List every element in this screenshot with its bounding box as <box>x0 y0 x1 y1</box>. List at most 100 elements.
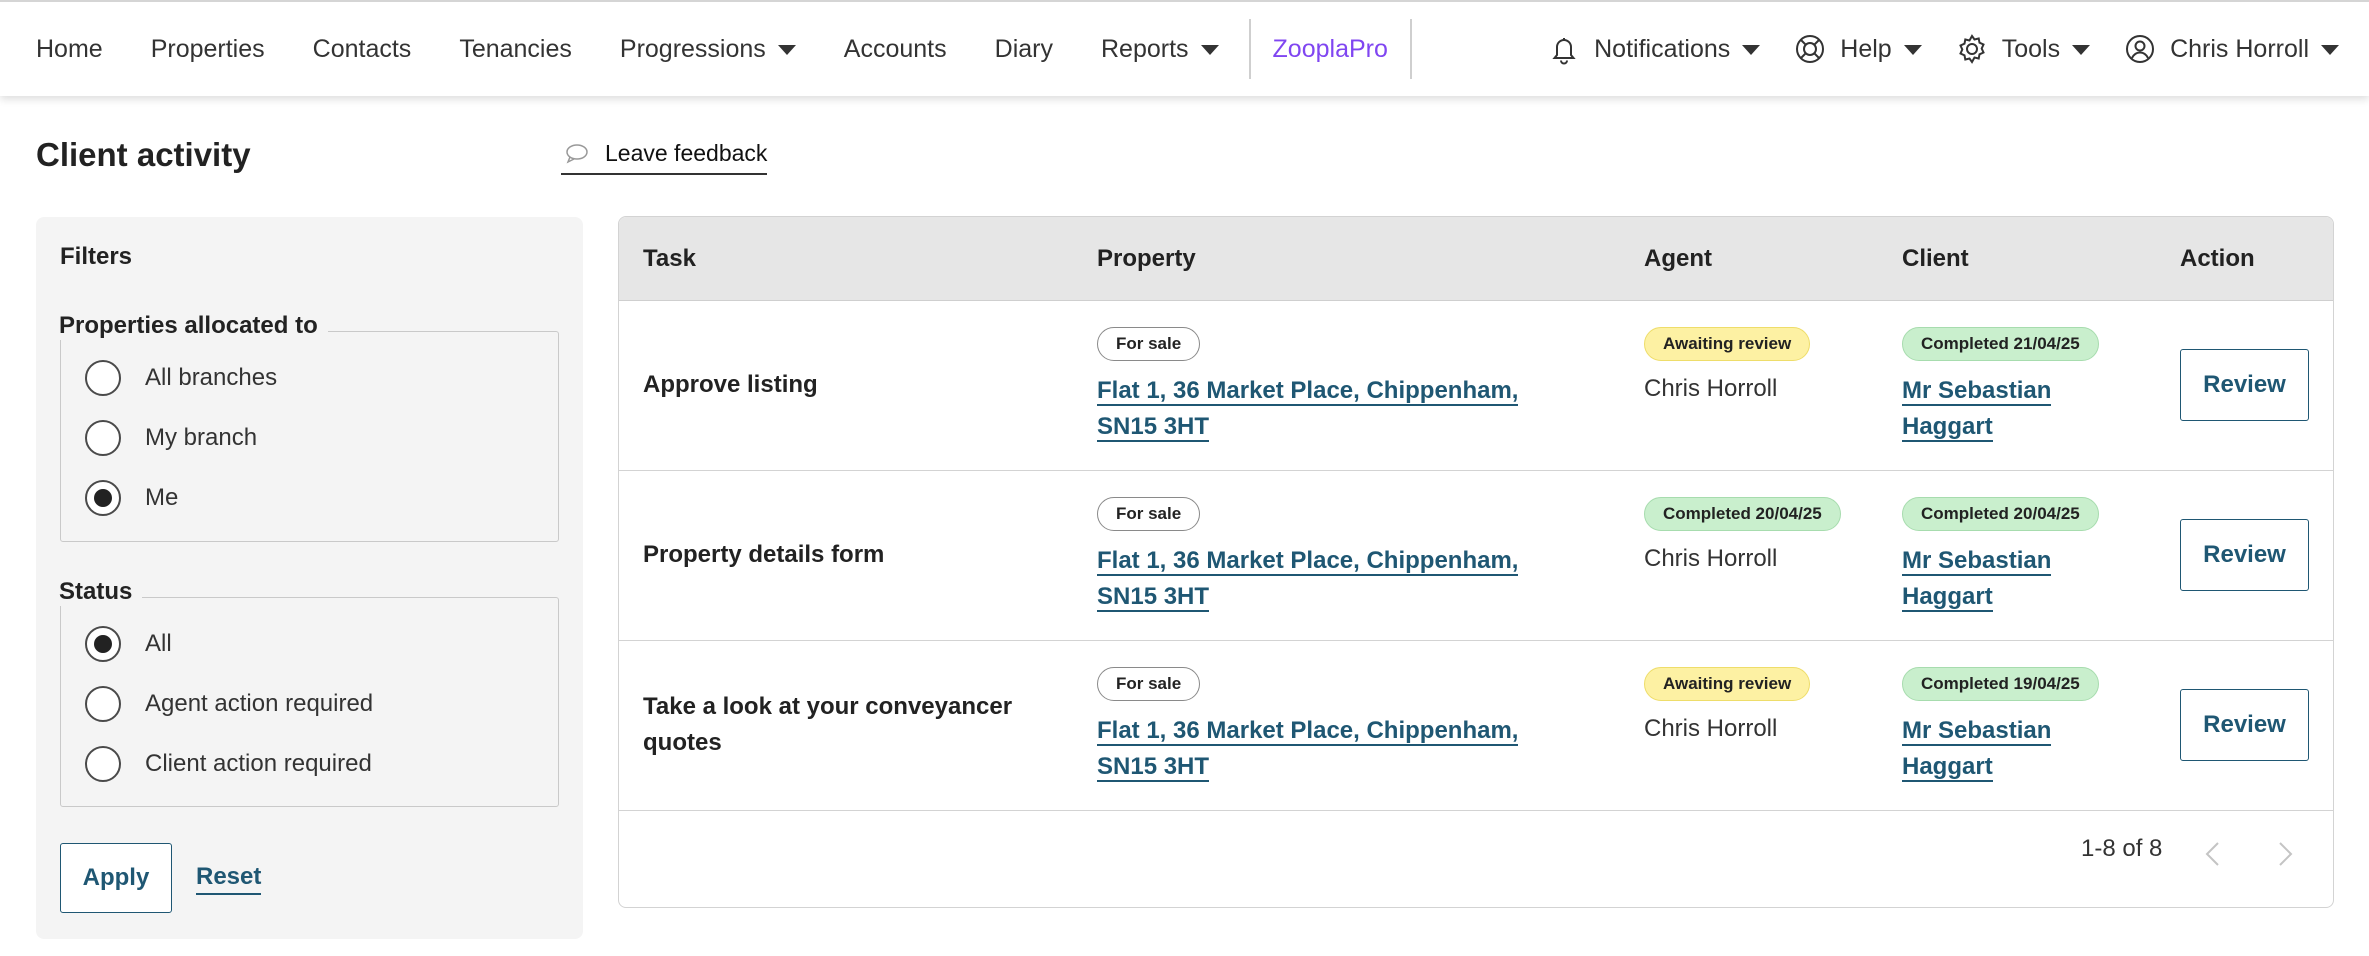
nav-contacts-label: Contacts <box>312 34 412 63</box>
top-navigation: Home Properties Contacts Tenancies Progr… <box>0 0 2369 96</box>
pagination-count: 1-8 of 8 <box>2081 835 2163 862</box>
nav-progressions-label: Progressions <box>619 34 766 63</box>
nav-reports[interactable]: Reports <box>1101 35 1219 64</box>
nav-properties[interactable]: Properties <box>151 35 265 64</box>
lifebuoy-icon <box>1794 33 1826 65</box>
caret-down-icon <box>1742 45 1761 55</box>
review-button[interactable]: Review <box>2180 349 2309 421</box>
column-header-property: Property <box>1097 245 1196 272</box>
task-name: Approve listing <box>643 371 818 398</box>
client-link[interactable]: Mr Sebastian Haggart <box>1902 713 2102 785</box>
radio-status-all[interactable]: All <box>85 626 172 662</box>
property-address: Flat 1, 36 Market Place, Chippenham, SN1… <box>1097 377 1519 442</box>
caret-down-icon <box>1903 45 1922 55</box>
radio-client-action[interactable]: Client action required <box>85 746 372 782</box>
chevron-right-icon[interactable] <box>2269 839 2299 869</box>
nav-divider <box>1409 19 1412 79</box>
radio-button[interactable] <box>85 480 121 516</box>
property-link[interactable]: Flat 1, 36 Market Place, Chippenham, SN1… <box>1097 543 1577 615</box>
caret-down-icon <box>2072 45 2091 55</box>
table-row: Take a look at your conveyancer quotes F… <box>619 641 2333 811</box>
user-circle-icon <box>2124 33 2156 65</box>
property-status-tag: For sale <box>1097 327 1201 361</box>
nav-home[interactable]: Home <box>36 35 103 64</box>
property-link[interactable]: Flat 1, 36 Market Place, Chippenham, SN1… <box>1097 713 1577 785</box>
agent-status-badge: Completed 20/04/25 <box>1644 497 1841 531</box>
review-button[interactable]: Review <box>2180 689 2309 761</box>
leave-feedback-label: Leave feedback <box>605 140 768 166</box>
radio-my-branch[interactable]: My branch <box>85 420 257 456</box>
client-status-badge: Completed 21/04/25 <box>1902 327 2099 361</box>
activity-table: Task Property Agent Client Action Approv… <box>618 216 2334 908</box>
leave-feedback-link[interactable]: Leave feedback <box>561 140 768 175</box>
radio-button[interactable] <box>85 746 121 782</box>
caret-down-icon <box>2321 45 2339 55</box>
property-status-tag: For sale <box>1097 497 1201 531</box>
agent-name: Chris Horroll <box>1644 545 1778 572</box>
radio-label: Agent action required <box>145 690 374 717</box>
property-address: Flat 1, 36 Market Place, Chippenham, SN1… <box>1097 547 1519 612</box>
property-link[interactable]: Flat 1, 36 Market Place, Chippenham, SN1… <box>1097 373 1577 445</box>
nav-help[interactable]: Help <box>1794 33 1922 65</box>
radio-label: Me <box>145 484 179 511</box>
nav-home-label: Home <box>36 34 103 63</box>
nav-help-label: Help <box>1840 34 1892 63</box>
caret-down-icon <box>777 45 796 55</box>
nav-tools[interactable]: Tools <box>1956 33 2091 65</box>
status-legend: Status <box>59 578 143 606</box>
allocated-fieldset: Properties allocated to All branches My … <box>59 312 559 542</box>
nav-properties-label: Properties <box>150 34 265 63</box>
nav-contacts[interactable]: Contacts <box>313 35 412 64</box>
nav-zooplapro[interactable]: ZooplaPro <box>1251 35 1410 64</box>
status-fieldset: Status All Agent action required Client … <box>59 578 559 807</box>
chevron-left-icon[interactable] <box>2199 839 2229 869</box>
task-name: Take a look at your conveyancer quotes <box>643 693 1013 756</box>
agent-name: Chris Horroll <box>1644 375 1778 402</box>
agent-status-badge: Awaiting review <box>1644 667 1811 701</box>
caret-down-icon <box>1200 45 1219 55</box>
radio-all-branches[interactable]: All branches <box>85 360 277 396</box>
nav-tools-label: Tools <box>2001 34 2061 63</box>
client-status-badge: Completed 20/04/25 <box>1902 497 2099 531</box>
nav-tenancies[interactable]: Tenancies <box>459 35 572 64</box>
nav-notifications[interactable]: Notifications <box>1548 33 1761 65</box>
radio-button[interactable] <box>85 360 121 396</box>
agent-status-badge: Awaiting review <box>1644 327 1811 361</box>
task-name: Property details form <box>643 541 885 568</box>
nav-diary-label: Diary <box>994 34 1053 63</box>
radio-button[interactable] <box>85 420 121 456</box>
radio-me[interactable]: Me <box>85 480 178 516</box>
nav-user[interactable]: Chris Horroll <box>2124 33 2339 65</box>
nav-accounts[interactable]: Accounts <box>844 35 947 64</box>
client-status-badge: Completed 19/04/25 <box>1902 667 2099 701</box>
client-name: Mr Sebastian Haggart <box>1902 547 2052 612</box>
client-link[interactable]: Mr Sebastian Haggart <box>1902 543 2102 615</box>
nav-progressions[interactable]: Progressions <box>620 35 796 64</box>
pagination: 1-8 of 8 <box>619 811 2333 901</box>
filters-title: Filters <box>60 243 133 270</box>
client-link[interactable]: Mr Sebastian Haggart <box>1902 373 2102 445</box>
radio-button[interactable] <box>85 686 121 722</box>
review-button[interactable]: Review <box>2180 519 2309 591</box>
column-header-task: Task <box>643 245 696 272</box>
radio-agent-action[interactable]: Agent action required <box>85 686 373 722</box>
page-title: Client activity <box>36 136 251 173</box>
nav-diary[interactable]: Diary <box>995 35 1053 64</box>
radio-label: My branch <box>145 424 258 451</box>
reset-link[interactable]: Reset <box>196 863 262 895</box>
agent-name: Chris Horroll <box>1644 715 1778 742</box>
client-name: Mr Sebastian Haggart <box>1902 377 2052 442</box>
property-status-tag: For sale <box>1097 667 1201 701</box>
nav-tenancies-label: Tenancies <box>459 34 572 63</box>
property-address: Flat 1, 36 Market Place, Chippenham, SN1… <box>1097 717 1519 782</box>
filters-panel: Filters Properties allocated to All bran… <box>36 217 583 939</box>
radio-button[interactable] <box>85 626 121 662</box>
client-name: Mr Sebastian Haggart <box>1902 717 2052 782</box>
column-header-action: Action <box>2180 245 2255 272</box>
nav-notifications-label: Notifications <box>1594 34 1731 63</box>
radio-label: Client action required <box>145 750 372 777</box>
apply-button[interactable]: Apply <box>60 843 172 913</box>
nav-accounts-label: Accounts <box>843 34 947 63</box>
table-row: Property details form For sale Flat 1, 3… <box>619 471 2333 641</box>
nav-reports-label: Reports <box>1100 34 1189 63</box>
